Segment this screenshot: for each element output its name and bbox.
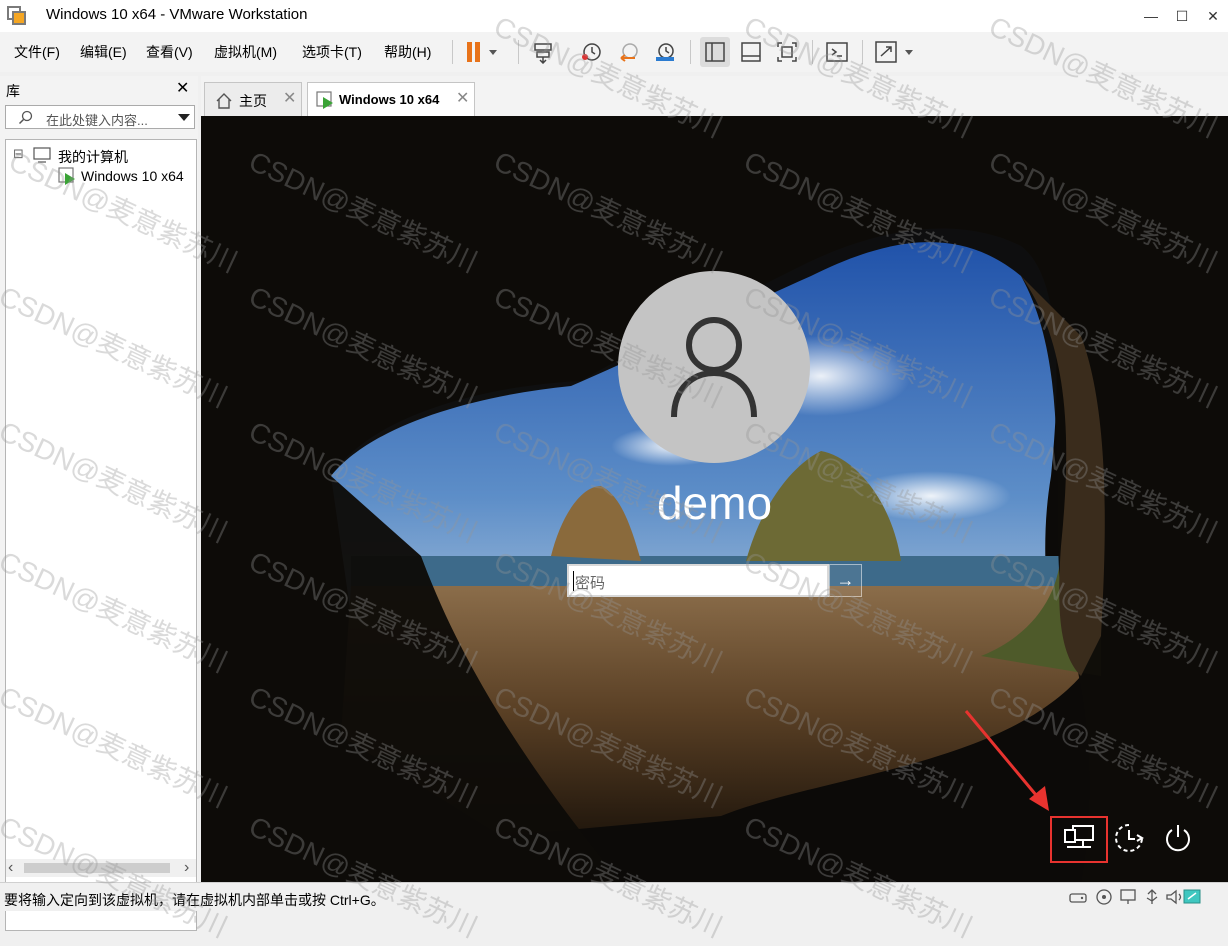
toolbar-separator: [862, 40, 863, 64]
tab-home-close-button[interactable]: ✕: [283, 88, 296, 108]
scroll-thumb[interactable]: [24, 863, 170, 873]
send-ctrl-alt-del-icon: [534, 43, 552, 64]
tab-windows10-close-button[interactable]: ✕: [456, 88, 469, 108]
console-view-icon: [826, 42, 848, 62]
sound-icon[interactable]: [1164, 888, 1184, 906]
search-placeholder: 在此处键入内容...: [46, 113, 148, 128]
menu-file[interactable]: 文件(F): [14, 42, 60, 62]
toolbar-separator: [690, 40, 691, 64]
horizontal-scrollbar[interactable]: ‹ ›: [6, 859, 196, 877]
snapshot-manager-button[interactable]: [650, 37, 680, 67]
revert-snapshot-icon: [620, 43, 638, 62]
network-adapter-icon[interactable]: [1118, 888, 1138, 906]
take-snapshot-button[interactable]: [576, 37, 606, 67]
close-window-button[interactable]: ✕: [1197, 0, 1228, 32]
revert-snapshot-button[interactable]: [614, 37, 644, 67]
library-search-input[interactable]: 在此处键入内容...: [5, 105, 195, 129]
tab-home[interactable]: 主页 ✕: [204, 82, 302, 116]
tab-windows10[interactable]: Windows 10 x64 ✕: [307, 82, 475, 116]
status-bar: 要将输入定向到该虚拟机，请在虚拟机内部单击或按 Ctrl+G。: [0, 882, 1228, 911]
password-input[interactable]: 密码: [567, 564, 829, 597]
toolbar-separator: [812, 40, 813, 64]
menu-view[interactable]: 查看(V): [146, 42, 193, 62]
send-ctrl-alt-del-button[interactable]: [528, 37, 558, 67]
user-silhouette-icon: [671, 317, 757, 418]
ease-of-access-button[interactable]: [1107, 816, 1151, 860]
vm-tab-icon: [316, 91, 333, 109]
tree-collapse-toggle[interactable]: ⊟: [13, 146, 24, 162]
dropdown-arrow-icon[interactable]: [178, 114, 190, 122]
menu-tabs[interactable]: 选项卡(T): [302, 42, 362, 62]
maximize-button[interactable]: ☐: [1166, 0, 1198, 32]
tab-windows10-label: Windows 10 x64: [339, 92, 440, 107]
console-view-button[interactable]: [822, 37, 852, 67]
library-view-button[interactable]: [700, 37, 730, 67]
usb-icon[interactable]: [1142, 888, 1162, 906]
tab-home-label: 主页: [239, 93, 267, 109]
fullscreen-button[interactable]: [872, 37, 918, 67]
library-view-icon: [705, 42, 725, 62]
pause-icon: [467, 42, 497, 62]
network-button[interactable]: [1057, 816, 1101, 860]
cd-dvd-icon[interactable]: [1094, 888, 1114, 906]
pause-button[interactable]: [460, 37, 506, 67]
snapshot-icon: [582, 43, 601, 61]
hard-disk-icon[interactable]: [1068, 888, 1088, 906]
menu-edit[interactable]: 编辑(E): [80, 42, 127, 62]
library-close-button[interactable]: ✕: [176, 78, 189, 98]
computer-icon: [33, 147, 51, 163]
fit-guest-button[interactable]: [772, 37, 802, 67]
menu-help[interactable]: 帮助(H): [384, 42, 431, 62]
fit-guest-icon: [777, 42, 797, 62]
status-message: 要将输入定向到该虚拟机，请在虚拟机内部单击或按 Ctrl+G。: [4, 892, 385, 908]
arrow-right-icon: →: [836, 570, 855, 590]
tab-bar: 主页 ✕ Windows 10 x64 ✕: [201, 76, 1228, 116]
scroll-right-button[interactable]: ›: [184, 859, 189, 877]
message-icon[interactable]: [1182, 888, 1202, 906]
library-title: 库: [6, 83, 20, 99]
minimize-button[interactable]: —: [1135, 0, 1167, 32]
password-placeholder: 密码: [575, 575, 606, 592]
thumbnail-view-button[interactable]: [736, 37, 766, 67]
text-caret: [573, 571, 574, 591]
ease-of-access-icon: [1115, 824, 1144, 852]
search-icon: [18, 110, 33, 125]
menu-vm[interactable]: 虚拟机(M): [214, 42, 277, 62]
thumbnail-view-icon: [741, 42, 761, 62]
power-button[interactable]: [1156, 816, 1200, 860]
toolbar-separator: [452, 40, 453, 64]
tree-item-my-computer[interactable]: 我的计算机: [58, 147, 128, 167]
library-pane: 库 ✕ 在此处键入内容... ⊟ 我的计算机 Windows 10 x64 ‹ …: [0, 76, 198, 931]
power-icon: [1166, 825, 1190, 852]
menu-toolbar: 文件(F) 编辑(E) 查看(V) 虚拟机(M) 选项卡(T) 帮助(H): [0, 32, 1228, 72]
vm-display[interactable]: demo 密码 →: [201, 116, 1228, 882]
annotation-arrow: [964, 710, 1049, 811]
tree-item-windows10[interactable]: Windows 10 x64: [81, 168, 184, 184]
snapshot-manager-icon: [656, 43, 674, 61]
home-icon: [216, 93, 232, 109]
library-tree: ⊟ 我的计算机 Windows 10 x64: [5, 139, 197, 931]
window-title: Windows 10 x64 - VMware Workstation: [46, 6, 308, 23]
vmware-logo-icon: [7, 6, 26, 25]
username-label: demo: [656, 477, 773, 529]
submit-password-button[interactable]: →: [829, 564, 862, 597]
title-bar: Windows 10 x64 - VMware Workstation — ☐ …: [0, 0, 1228, 32]
toolbar-separator: [518, 40, 519, 64]
running-vm-icon: [58, 167, 75, 185]
network-icon: [1064, 825, 1094, 848]
scroll-left-button[interactable]: ‹: [8, 859, 13, 877]
user-avatar: [618, 271, 810, 463]
fullscreen-icon: [875, 41, 913, 63]
